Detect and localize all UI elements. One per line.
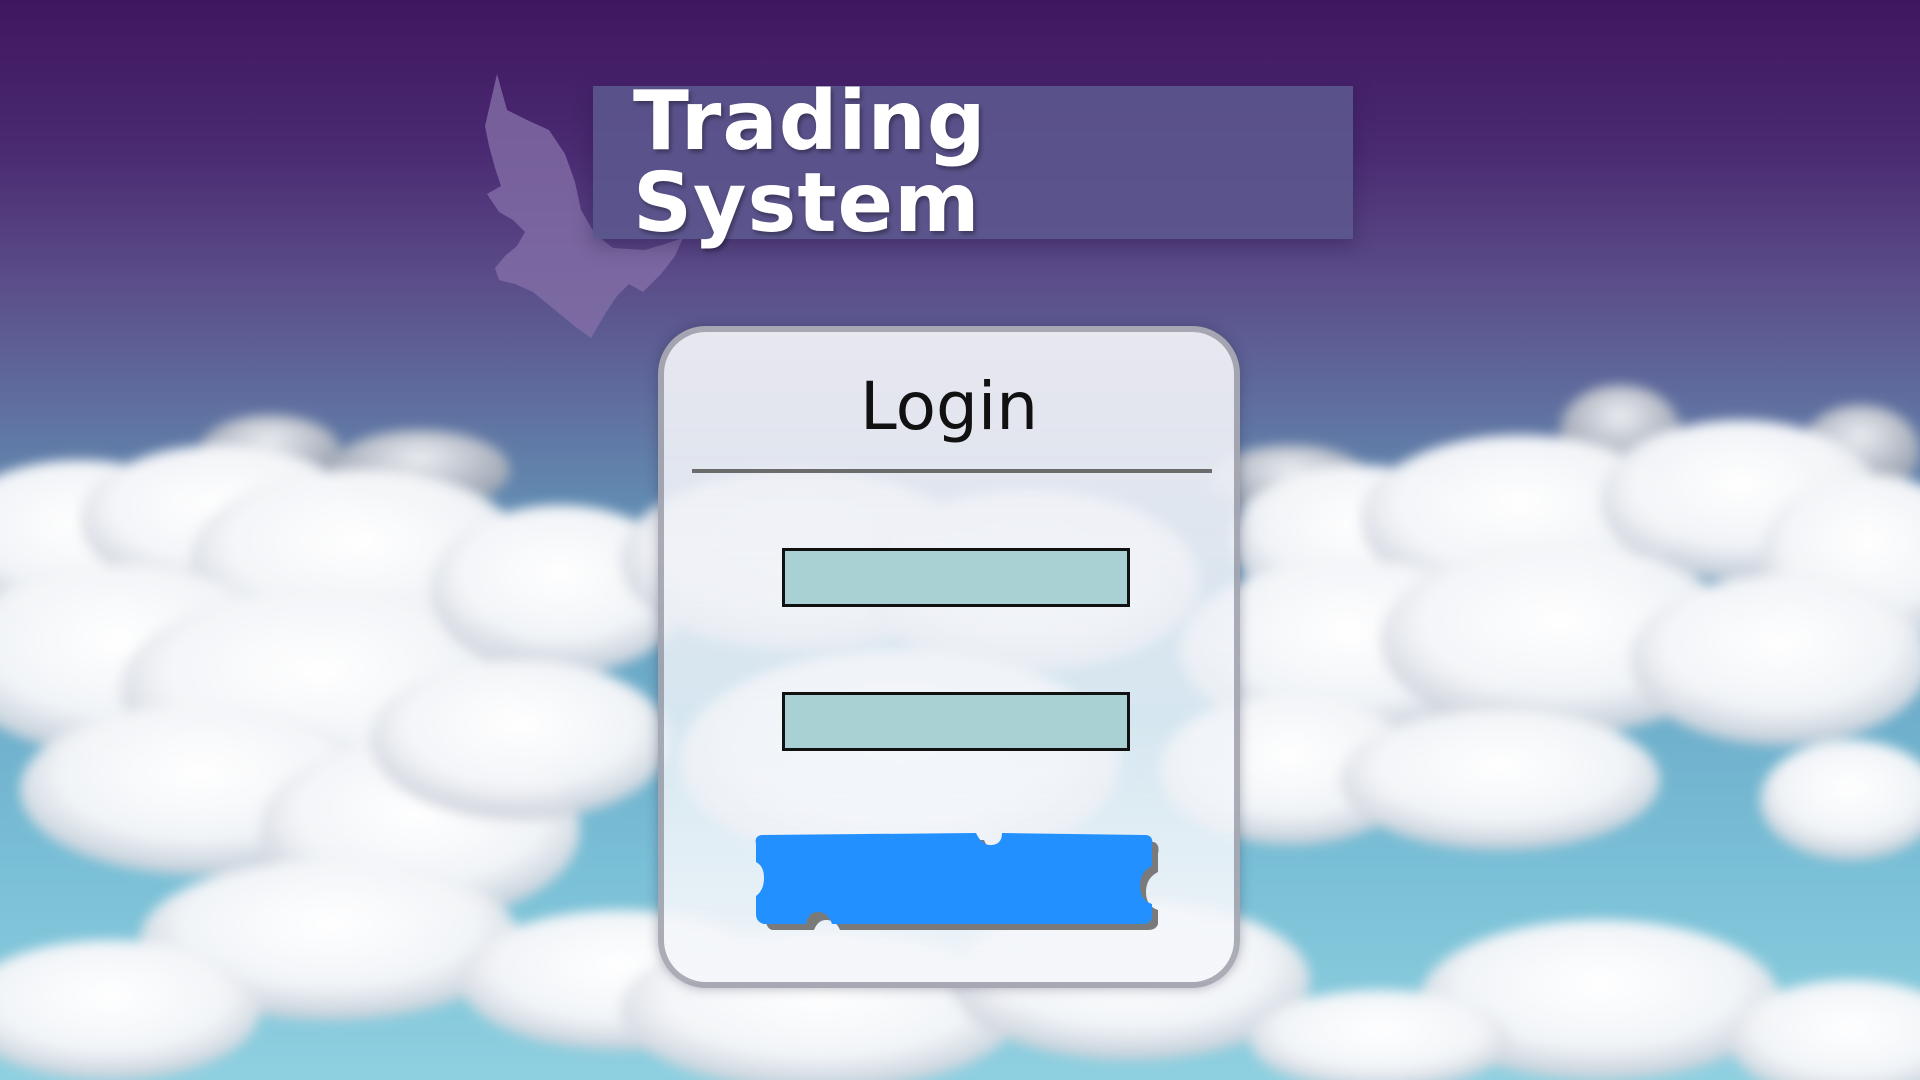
page-title: Trading System xyxy=(633,73,987,251)
login-button[interactable] xyxy=(752,832,1164,932)
divider xyxy=(692,469,1212,473)
username-field[interactable] xyxy=(782,548,1130,607)
password-field[interactable] xyxy=(782,692,1130,751)
login-heading: Login xyxy=(859,368,1039,445)
login-button-label xyxy=(752,832,1164,924)
title-banner: Trading System xyxy=(593,80,1353,244)
login-panel: Login xyxy=(658,326,1240,988)
